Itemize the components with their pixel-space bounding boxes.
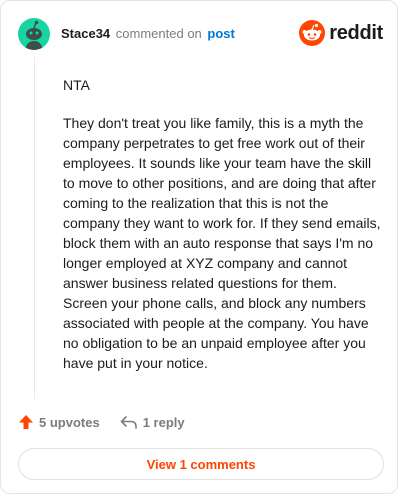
comment-paragraph: They don't treat you like family, this i… xyxy=(63,115,381,371)
upvote-arrow-icon xyxy=(19,415,33,429)
comment-body: NTA They don't treat you like family, th… xyxy=(63,75,385,391)
reply-button[interactable]: 1 reply xyxy=(120,414,185,430)
avatar[interactable] xyxy=(18,18,50,50)
username[interactable]: Stace34 xyxy=(61,26,110,41)
reddit-snoo-icon xyxy=(299,20,326,46)
comment-actions: 5 upvotes 1 reply xyxy=(18,414,185,430)
view-comments-button[interactable]: View 1 comments xyxy=(18,448,384,480)
comment-card: Stace34 commented on post reddit NTA The… xyxy=(0,0,398,494)
upvote-button[interactable]: 5 upvotes xyxy=(18,414,100,430)
post-link[interactable]: post xyxy=(207,26,234,41)
commented-on-text: commented on xyxy=(115,26,202,41)
comment-paragraph: NTA xyxy=(63,77,90,93)
comment-header: Stace34 commented on post xyxy=(18,17,235,51)
reddit-wordmark: reddit xyxy=(329,21,383,44)
reddit-brand[interactable]: reddit xyxy=(299,20,383,46)
thread-line[interactable] xyxy=(34,57,35,399)
reply-arrow-icon xyxy=(120,416,137,429)
header-text: Stace34 commented on post xyxy=(61,26,235,42)
snoo-avatar-icon xyxy=(26,20,42,50)
upvotes-count: 5 upvotes xyxy=(39,414,100,430)
reply-count: 1 reply xyxy=(142,414,185,430)
